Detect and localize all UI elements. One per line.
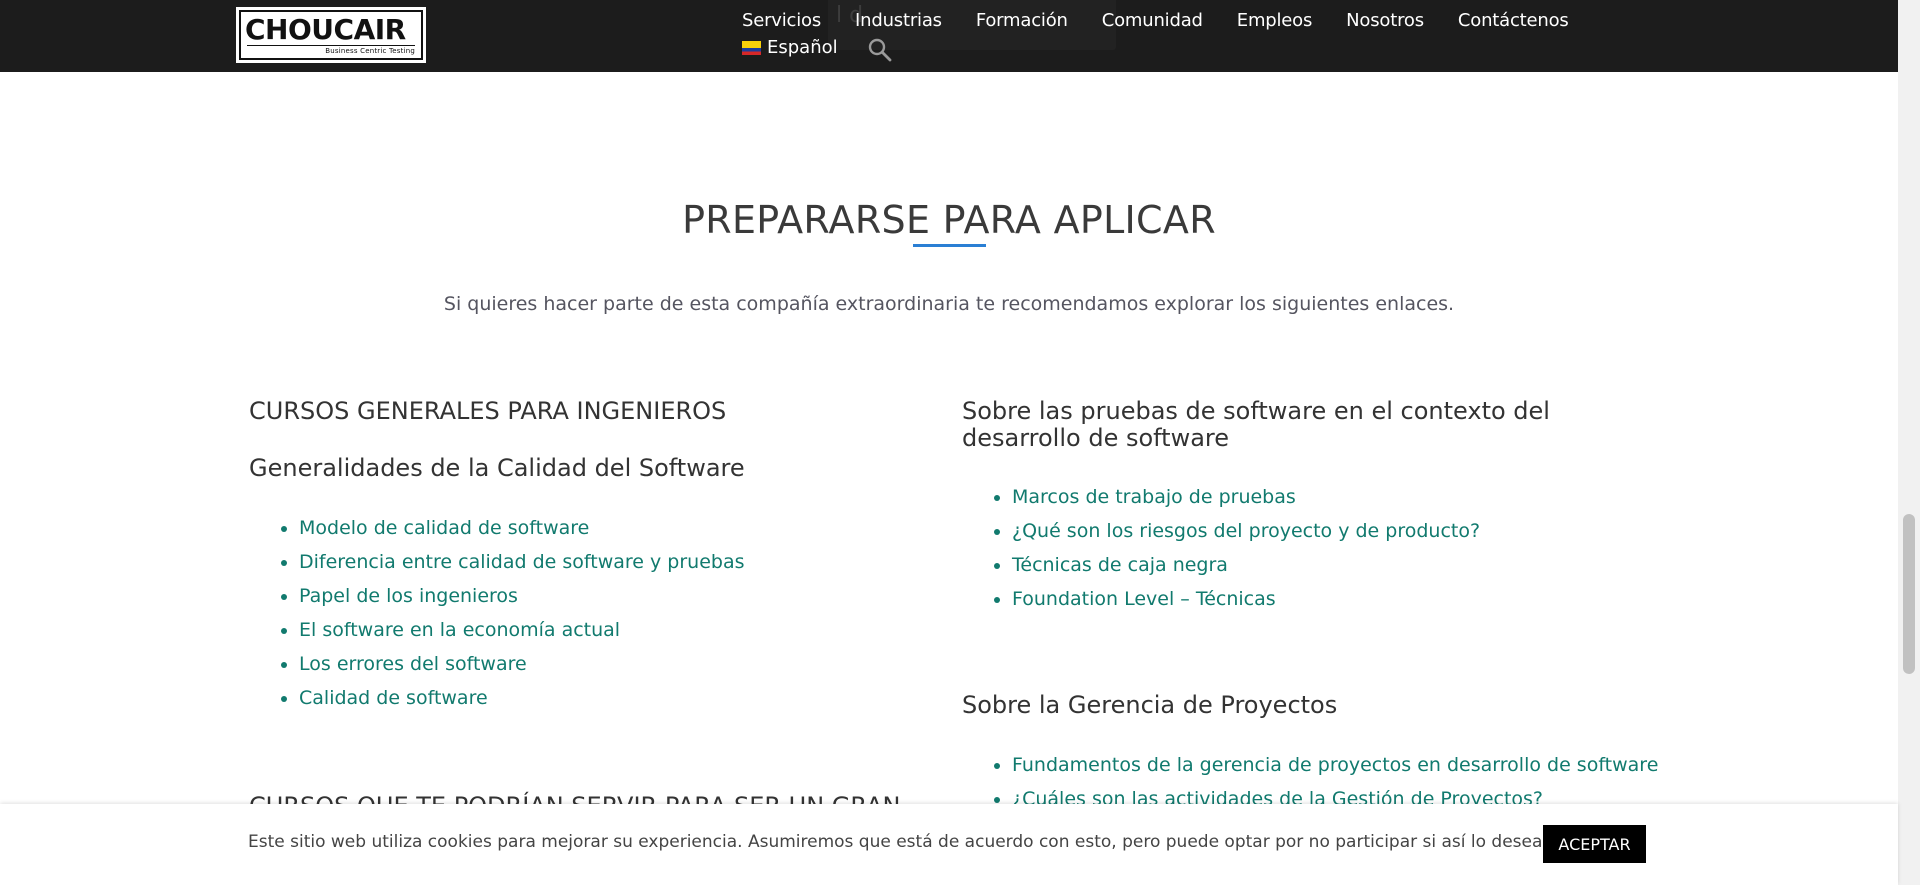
link-modelo-calidad[interactable]: Modelo de calidad de software [299,517,589,539]
list-item: Fundamentos de la gerencia de proyectos … [1012,748,1682,782]
list-item: Diferencia entre calidad de software y p… [299,545,929,579]
nav-nosotros[interactable]: Nosotros [1346,10,1424,31]
logo-frame: CHOUCAIR Business Centric Testing [239,10,423,60]
colombia-flag-icon [742,40,761,55]
site-header: CHOUCAIR Business Centric Testing l d Se… [0,0,1898,72]
project-management-heading: Sobre la Gerencia de Proyectos [962,691,1338,719]
quality-links-list: Modelo de calidad de software Diferencia… [249,511,929,715]
scrollbar-thumb[interactable] [1903,514,1915,674]
logo-wordmark: CHOUCAIR [245,13,406,46]
link-caja-negra[interactable]: Técnicas de caja negra [1012,554,1228,576]
nav-formacion[interactable]: Formación [976,10,1068,31]
nav-empleos[interactable]: Empleos [1237,10,1313,31]
choucair-logo[interactable]: CHOUCAIR Business Centric Testing [236,7,426,63]
list-item: Los errores del software [299,647,929,681]
right-column: Sobre las pruebas de software en el cont… [962,398,1682,816]
nav-contactenos[interactable]: Contáctenos [1458,10,1569,31]
title-underline [913,244,986,247]
testing-context-heading: Sobre las pruebas de software en el cont… [962,397,1550,452]
link-riesgos-proyecto[interactable]: ¿Qué son los riesgos del proyecto y de p… [1012,520,1480,542]
link-fundamentos-gerencia[interactable]: Fundamentos de la gerencia de proyectos … [1012,754,1658,776]
link-calidad-software[interactable]: Calidad de software [299,687,488,709]
software-quality-heading: Generalidades de la Calidad del Software [249,454,745,482]
logo-tagline: Business Centric Testing [325,47,415,55]
link-foundation-level[interactable]: Foundation Level – Técnicas [1012,588,1276,610]
page-scrollbar[interactable] [1898,0,1920,885]
list-item: Marcos de trabajo de pruebas [1012,480,1682,514]
nav-servicios[interactable]: Servicios [742,10,821,31]
accept-cookies-button[interactable]: ACEPTAR [1543,825,1646,863]
list-item: Calidad de software [299,681,929,715]
general-courses-heading: CURSOS GENERALES PARA INGENIEROS [249,397,727,425]
intro-text: Si quieres hacer parte de esta compañía … [443,293,1455,315]
nav-comunidad[interactable]: Comunidad [1102,10,1203,31]
list-item: Técnicas de caja negra [1012,548,1682,582]
language-label: Español [767,37,838,58]
list-item: El software en la economía actual [299,613,929,647]
list-item: Modelo de calidad de software [299,511,929,545]
search-icon[interactable] [867,37,893,63]
language-selector[interactable]: Español [742,37,838,58]
link-diferencia-calidad[interactable]: Diferencia entre calidad de software y p… [299,551,745,573]
list-item: ¿Qué son los riesgos del proyecto y de p… [1012,514,1682,548]
cookie-message: Este sitio web utiliza cookies para mejo… [248,832,1548,852]
list-item: Foundation Level – Técnicas [1012,582,1682,616]
page-title: PREPARARSE PARA APLICAR [682,198,1216,242]
nav-industrias[interactable]: Industrias [855,10,942,31]
logo-rule [247,45,415,46]
main-nav: Servicios Industrias Formación Comunidad… [742,7,1569,33]
link-papel-ingenieros[interactable]: Papel de los ingenieros [299,585,518,607]
link-marcos-pruebas[interactable]: Marcos de trabajo de pruebas [1012,486,1296,508]
link-software-economia[interactable]: El software en la economía actual [299,619,620,641]
cookie-banner: Este sitio web utiliza cookies para mejo… [0,804,1898,885]
link-errores-software[interactable]: Los errores del software [299,653,527,675]
list-item: Papel de los ingenieros [299,579,929,613]
testing-links-list: Marcos de trabajo de pruebas ¿Qué son lo… [962,480,1682,616]
left-column: CURSOS GENERALES PARA INGENIEROS General… [249,398,929,820]
